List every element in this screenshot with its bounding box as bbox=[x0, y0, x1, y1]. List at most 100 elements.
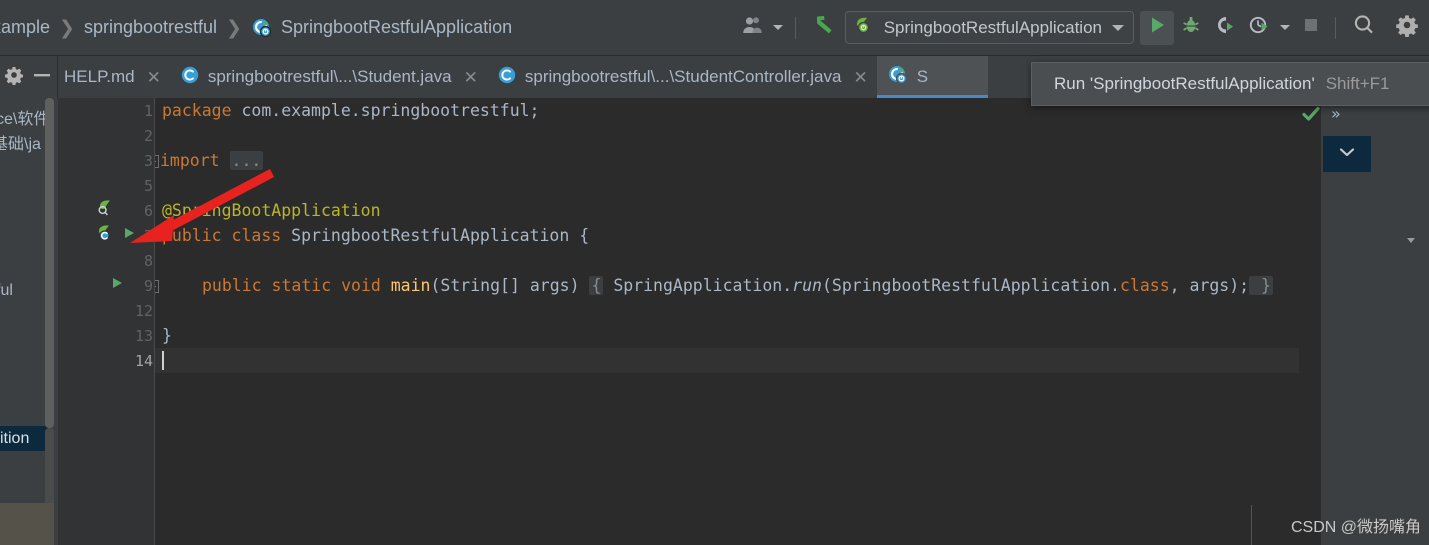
gutter-icons[interactable] bbox=[92, 223, 155, 248]
tooltip-shortcut: Shift+F1 bbox=[1325, 74, 1390, 93]
project-tree-row-selected[interactable]: ition bbox=[0, 426, 48, 451]
keyword-import: import bbox=[160, 151, 220, 170]
run-configuration-selector[interactable]: SpringbootRestfulApplication bbox=[844, 11, 1134, 44]
spring-bean-search-icon[interactable] bbox=[96, 198, 118, 223]
settings-button[interactable] bbox=[1385, 11, 1429, 45]
tab-label: S bbox=[916, 67, 929, 86]
profiler-dropdown-button[interactable] bbox=[1276, 11, 1294, 45]
gutter-icons bbox=[92, 298, 155, 323]
keyword-public: public bbox=[162, 226, 222, 245]
more-chevron-icon[interactable]: » bbox=[1331, 104, 1341, 123]
gutter-icons bbox=[92, 248, 155, 273]
hammer-build-icon bbox=[809, 11, 837, 44]
toolbar-divider bbox=[1335, 16, 1336, 39]
gutter-icons bbox=[92, 123, 155, 148]
coverage-icon bbox=[1214, 14, 1236, 41]
gear-icon bbox=[1395, 13, 1419, 42]
top-toolbar: xample ❯ springbootrestful ❯ SpringbootR… bbox=[0, 0, 1429, 56]
run-button-tooltip: Run 'SpringbootRestfulApplication' Shift… bbox=[1031, 62, 1429, 106]
inspection-error-stripe[interactable] bbox=[1299, 98, 1321, 545]
people-icon bbox=[741, 15, 765, 40]
breadcrumb-item-xample[interactable]: xample bbox=[0, 0, 50, 55]
annotation-spring-boot-application: @SpringBootApplication bbox=[162, 201, 381, 220]
editor-gutter[interactable]: 1 2 3 5 6 7 8 9 12 13 14 bbox=[58, 98, 155, 545]
method-name-main: main bbox=[390, 276, 431, 295]
run-gutter-icon[interactable] bbox=[122, 226, 136, 245]
project-tree-row[interactable]: ce\软件 bbox=[0, 104, 49, 129]
close-icon[interactable]: ✕ bbox=[464, 69, 478, 86]
text-caret bbox=[162, 351, 164, 370]
tab-label: springbootrestful\...\StudentController.… bbox=[524, 67, 842, 86]
toolbar-divider bbox=[794, 16, 796, 39]
chevron-down-icon bbox=[1337, 145, 1357, 164]
stop-button[interactable] bbox=[1294, 11, 1328, 45]
breadcrumb-item-application[interactable]: SpringbootRestfulApplication bbox=[251, 0, 512, 55]
run-play-icon bbox=[1146, 14, 1168, 41]
run-button[interactable] bbox=[1140, 10, 1174, 45]
gutter-icons[interactable] bbox=[92, 198, 155, 223]
sidebar-bottom-strip bbox=[0, 503, 54, 545]
keyword-package: package bbox=[162, 101, 232, 120]
chevron-down-icon bbox=[772, 25, 783, 30]
spring-boot-bean-icon[interactable] bbox=[96, 223, 118, 248]
code-line-14 bbox=[162, 348, 164, 373]
collapse-tool-window-button[interactable] bbox=[1323, 136, 1371, 172]
profiler-button[interactable] bbox=[1242, 11, 1276, 45]
gutter-icons bbox=[92, 98, 155, 123]
debug-button[interactable] bbox=[1174, 11, 1208, 45]
tab-student-controller-java[interactable]: springbootrestful\...\StudentController.… bbox=[487, 56, 877, 98]
watermark-text: CSDN @微扬嘴角 bbox=[1290, 519, 1421, 536]
breadcrumb-separator: ❯ bbox=[226, 16, 242, 39]
watermark-divider bbox=[1251, 505, 1252, 545]
fold-expand-icon[interactable]: + bbox=[155, 280, 159, 293]
code-text-area[interactable]: package com.example.springbootrestful; +… bbox=[155, 98, 1429, 545]
hide-panel-button[interactable] bbox=[28, 60, 57, 94]
brace-open: { bbox=[579, 226, 590, 245]
people-button[interactable] bbox=[738, 11, 768, 45]
build-project-button[interactable] bbox=[803, 11, 843, 45]
toolbar-right-group: SpringbootRestfulApplication bbox=[738, 0, 1429, 55]
people-dropdown-button[interactable] bbox=[768, 11, 788, 45]
chevron-down-icon bbox=[1112, 24, 1124, 31]
method-body-call: SpringApplication. bbox=[603, 276, 793, 295]
code-line-3: +import ... bbox=[155, 148, 264, 173]
tab-label: springbootrestful\...\Student.java bbox=[207, 67, 452, 86]
close-icon[interactable]: ✕ bbox=[853, 69, 867, 86]
tab-springboot-restful-application-java[interactable]: S bbox=[876, 56, 989, 98]
tab-help-md[interactable]: HELP.md ✕ bbox=[54, 56, 170, 98]
tooltip-text: Run 'SpringbootRestfulApplication' bbox=[1054, 74, 1315, 93]
run-gutter-icon[interactable] bbox=[110, 276, 124, 295]
code-line-7: public class SpringbootRestfulApplicatio… bbox=[162, 223, 589, 248]
sidebar-scrollbar[interactable] bbox=[45, 98, 54, 428]
editor-right-column: » CSDN @微扬嘴角 bbox=[1251, 98, 1429, 545]
breadcrumb-item-springbootrestful[interactable]: springbootrestful bbox=[84, 0, 217, 55]
brace-open[interactable]: { bbox=[589, 276, 604, 295]
gutter-icons[interactable] bbox=[92, 273, 155, 298]
breadcrumb-separator: ❯ bbox=[59, 16, 75, 39]
run-configuration-name: SpringbootRestfulApplication bbox=[883, 17, 1102, 37]
project-tree-row[interactable]: 基础\ja bbox=[0, 129, 41, 154]
current-line-highlight bbox=[155, 348, 1429, 373]
search-everywhere-button[interactable] bbox=[1343, 11, 1385, 45]
project-tree-row[interactable]: ful bbox=[0, 278, 13, 303]
tab-student-java[interactable]: springbootrestful\...\Student.java ✕ bbox=[170, 56, 487, 98]
keyword-class-literal: class bbox=[1119, 276, 1170, 295]
folded-imports[interactable]: ... bbox=[229, 151, 264, 170]
code-line-1: package com.example.springbootrestful; bbox=[162, 98, 540, 123]
intellij-idea-window: xample ❯ springbootrestful ❯ SpringbootR… bbox=[0, 0, 1429, 545]
chevron-down-icon-small[interactable] bbox=[1407, 238, 1415, 243]
brace-close[interactable]: } bbox=[1249, 276, 1273, 295]
run-with-coverage-button[interactable] bbox=[1208, 11, 1242, 45]
keyword-class: class bbox=[231, 226, 282, 245]
check-mark-icon[interactable] bbox=[1301, 104, 1321, 129]
project-settings-gear-icon-button[interactable] bbox=[0, 60, 28, 94]
gutter-icons bbox=[92, 173, 155, 198]
breadcrumb: xample ❯ springbootrestful ❯ SpringbootR… bbox=[0, 0, 512, 55]
java-class-icon bbox=[497, 65, 517, 90]
close-icon[interactable]: ✕ bbox=[147, 69, 161, 86]
chevron-down-icon bbox=[1280, 25, 1290, 30]
code-editor[interactable]: 1 2 3 5 6 7 8 9 12 13 14 package com.exa… bbox=[58, 98, 1429, 545]
gutter-icons bbox=[92, 348, 155, 373]
fold-expand-icon[interactable]: + bbox=[155, 155, 159, 168]
minus-icon bbox=[32, 68, 52, 86]
